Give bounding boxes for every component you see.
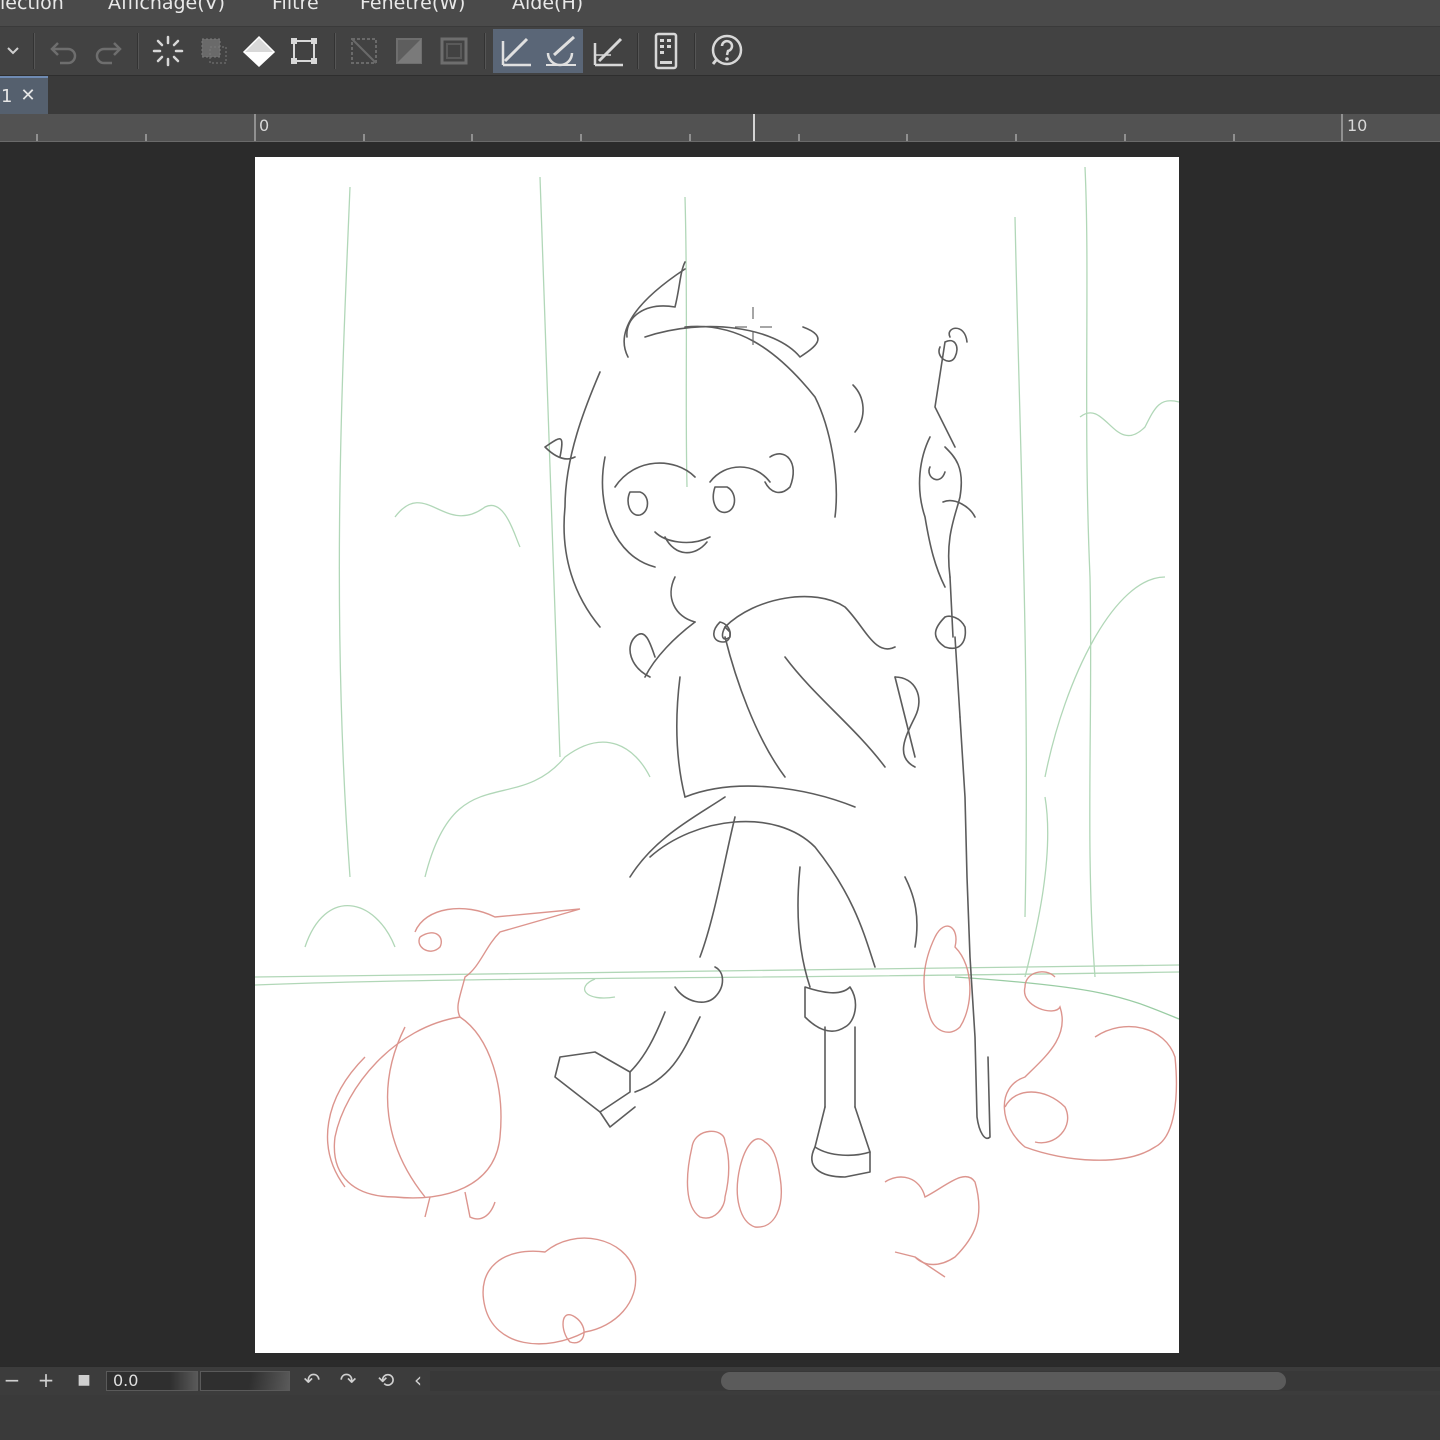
zoom-input[interactable]: 0.0 xyxy=(106,1371,198,1391)
invert-selection-icon[interactable] xyxy=(389,31,429,71)
snap-grid-icon[interactable] xyxy=(589,31,629,71)
menu-window[interactable]: Fenêtre(W) xyxy=(360,0,465,14)
border-icon[interactable] xyxy=(434,31,474,71)
zoom-in-button[interactable]: + xyxy=(34,1369,58,1393)
menu-filter[interactable]: Filtre xyxy=(272,0,319,14)
menu-selection[interactable]: lection xyxy=(0,0,64,14)
fill-icon[interactable] xyxy=(239,31,279,71)
sketch-artwork xyxy=(255,166,1179,1345)
snap-special-ruler-icon[interactable] xyxy=(537,29,583,73)
scroll-left-button[interactable]: ‹ xyxy=(406,1369,430,1393)
redo-icon[interactable] xyxy=(88,31,128,71)
menu-view[interactable]: Affichage(V) xyxy=(108,0,225,14)
drawing-canvas[interactable] xyxy=(255,157,1179,1353)
transform-icon[interactable] xyxy=(284,31,324,71)
loading-icon[interactable] xyxy=(148,31,188,71)
undo-icon[interactable] xyxy=(44,31,84,71)
ruler-label-10: 10 xyxy=(1347,116,1368,135)
device-icon[interactable] xyxy=(646,31,686,71)
status-bar xyxy=(0,1395,1440,1440)
rotate-left-button[interactable]: ↶ xyxy=(300,1369,324,1393)
menu-bar: lection Affichage(V) Filtre Fenêtre(W) A… xyxy=(0,0,1440,27)
document-tab-label: 1 xyxy=(1,85,13,107)
menu-help[interactable]: Aide(H) xyxy=(512,0,583,14)
command-toolbar xyxy=(0,27,1440,76)
fit-button[interactable]: ■ xyxy=(72,1369,96,1393)
reset-rotation-button[interactable]: ⟲ xyxy=(374,1369,398,1393)
rotation-slider[interactable] xyxy=(200,1371,290,1391)
document-tab-bar: 1 ✕ xyxy=(0,76,1440,114)
rotate-right-button[interactable]: ↷ xyxy=(336,1369,360,1393)
chevron-down-icon[interactable] xyxy=(0,31,26,71)
ruler-label-0: 0 xyxy=(259,116,270,135)
close-icon[interactable]: ✕ xyxy=(20,87,35,105)
snap-ruler-icon[interactable] xyxy=(493,29,537,73)
horizontal-scrollbar[interactable] xyxy=(721,1372,1286,1390)
zoom-out-button[interactable]: − xyxy=(0,1369,24,1393)
help-icon[interactable] xyxy=(706,31,746,71)
document-tab[interactable]: 1 ✕ xyxy=(0,76,48,114)
horizontal-ruler: 0 10 xyxy=(0,114,1440,142)
clear-selection-icon[interactable] xyxy=(194,31,234,71)
hide-selection-icon[interactable] xyxy=(344,31,384,71)
